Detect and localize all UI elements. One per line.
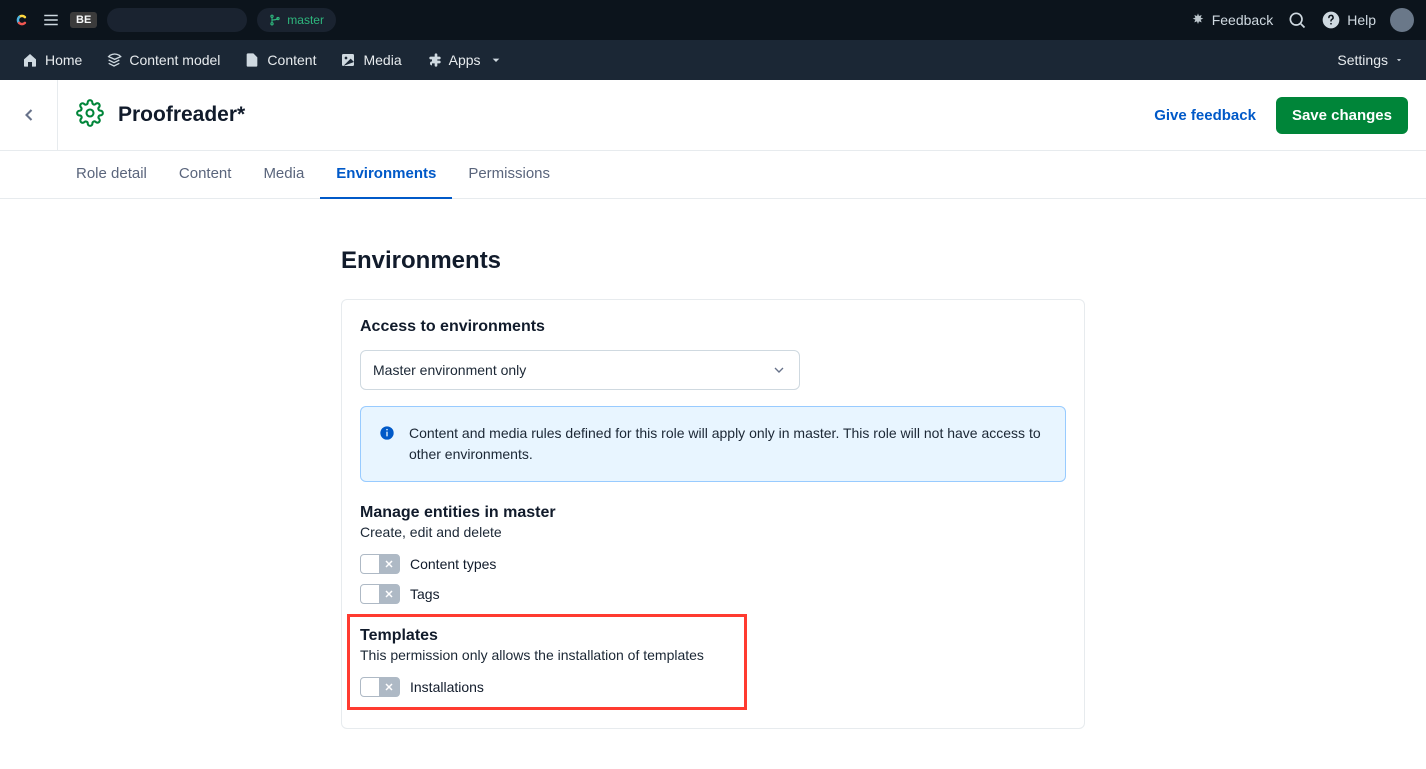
feedback-label: Feedback bbox=[1212, 12, 1273, 28]
branch-selector[interactable]: master bbox=[257, 8, 336, 32]
space-badge[interactable]: BE bbox=[70, 12, 97, 28]
tab-role-detail[interactable]: Role detail bbox=[60, 151, 163, 199]
tab-permissions[interactable]: Permissions bbox=[452, 151, 566, 199]
branch-name: master bbox=[287, 13, 324, 27]
toggle-installations[interactable] bbox=[360, 677, 400, 697]
environment-select[interactable]: Master environment only bbox=[360, 350, 800, 390]
chevron-down-icon bbox=[771, 362, 787, 378]
nav-media[interactable]: Media bbox=[330, 46, 411, 74]
page-title: Proofreader* bbox=[118, 103, 245, 127]
tab-environments[interactable]: Environments bbox=[320, 151, 452, 199]
toggle-tags-label: Tags bbox=[410, 586, 440, 602]
manage-desc: Create, edit and delete bbox=[360, 524, 1066, 540]
toggle-installations-label: Installations bbox=[410, 679, 484, 695]
avatar[interactable] bbox=[1390, 8, 1414, 32]
top-bar: BE master Feedback Help bbox=[0, 0, 1426, 40]
nav-home-label: Home bbox=[45, 52, 82, 68]
toggle-row-installations: Installations bbox=[360, 677, 734, 697]
chevron-down-icon bbox=[488, 52, 504, 68]
nav-content[interactable]: Content bbox=[234, 46, 326, 74]
nav-apps[interactable]: Apps bbox=[416, 46, 514, 74]
tabs: Role detail Content Media Environments P… bbox=[0, 151, 1426, 199]
save-changes-button[interactable]: Save changes bbox=[1276, 97, 1408, 134]
templates-desc: This permission only allows the installa… bbox=[360, 647, 734, 663]
space-selector[interactable] bbox=[107, 8, 247, 32]
select-value: Master environment only bbox=[373, 362, 526, 378]
info-icon bbox=[379, 425, 395, 465]
nav-content-model[interactable]: Content model bbox=[96, 46, 230, 74]
contentful-logo-icon[interactable] bbox=[12, 10, 32, 30]
info-note: Content and media rules defined for this… bbox=[360, 406, 1066, 482]
nav-apps-label: Apps bbox=[449, 52, 481, 68]
environments-card: Access to environments Master environmen… bbox=[341, 299, 1085, 729]
nav-content-model-label: Content model bbox=[129, 52, 220, 68]
nav-content-label: Content bbox=[267, 52, 316, 68]
toggle-tags[interactable] bbox=[360, 584, 400, 604]
info-text: Content and media rules defined for this… bbox=[409, 423, 1047, 465]
nav-home[interactable]: Home bbox=[12, 46, 92, 74]
help-label: Help bbox=[1347, 12, 1376, 28]
tab-media[interactable]: Media bbox=[247, 151, 320, 199]
primary-nav: Home Content model Content Media Apps Se… bbox=[0, 40, 1426, 80]
toggle-content-types[interactable] bbox=[360, 554, 400, 574]
manage-heading: Manage entities in master bbox=[360, 504, 1066, 522]
give-feedback-link[interactable]: Give feedback bbox=[1154, 107, 1256, 124]
tab-content[interactable]: Content bbox=[163, 151, 248, 199]
feedback-button[interactable]: Feedback bbox=[1190, 12, 1273, 28]
section-heading: Environments bbox=[341, 247, 1085, 275]
page-header: Proofreader* Give feedback Save changes bbox=[0, 80, 1426, 151]
main-content: Environments Access to environments Mast… bbox=[329, 247, 1097, 729]
chevron-down-icon bbox=[1394, 55, 1404, 65]
menu-icon[interactable] bbox=[42, 11, 60, 29]
templates-highlight: Templates This permission only allows th… bbox=[347, 614, 747, 710]
role-gear-icon bbox=[76, 99, 104, 132]
nav-settings[interactable]: Settings bbox=[1327, 46, 1414, 74]
templates-heading: Templates bbox=[360, 627, 734, 645]
access-heading: Access to environments bbox=[360, 318, 1066, 336]
toggle-row-content-types: Content types bbox=[360, 554, 1066, 574]
toggle-row-tags: Tags bbox=[360, 584, 1066, 604]
back-button[interactable] bbox=[0, 80, 58, 150]
nav-settings-label: Settings bbox=[1337, 52, 1388, 68]
help-button[interactable]: Help bbox=[1321, 10, 1376, 30]
search-icon[interactable] bbox=[1287, 10, 1307, 30]
toggle-content-types-label: Content types bbox=[410, 556, 496, 572]
nav-media-label: Media bbox=[363, 52, 401, 68]
